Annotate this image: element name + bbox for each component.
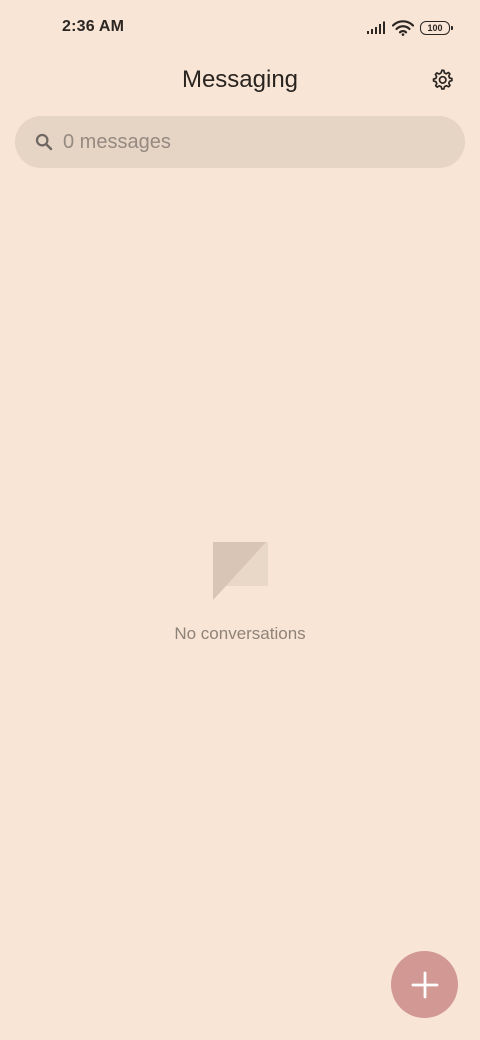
search-icon: [33, 131, 55, 153]
status-bar: 2:36 AM 100: [0, 0, 480, 56]
status-time: 2:36 AM: [62, 18, 125, 35]
page-title: Messaging: [181, 66, 299, 93]
chat-bubble-icon: [213, 542, 268, 600]
search-bar[interactable]: 0 messages: [15, 116, 465, 168]
settings-button[interactable]: [428, 66, 456, 94]
empty-state: No conversations: [0, 540, 480, 644]
signal-icon: [367, 21, 385, 34]
status-icons: 100: [366, 16, 453, 40]
plus-icon: [411, 971, 438, 998]
app-header: Messaging: [0, 56, 480, 106]
empty-state-message: No conversations: [174, 624, 306, 643]
gear-icon: [432, 69, 453, 90]
wifi-icon: [392, 20, 414, 36]
battery-icon: 100: [420, 21, 453, 35]
search-input[interactable]: 0 messages: [63, 131, 171, 154]
new-conversation-button[interactable]: [391, 951, 458, 1018]
battery-level: 100: [427, 23, 443, 33]
